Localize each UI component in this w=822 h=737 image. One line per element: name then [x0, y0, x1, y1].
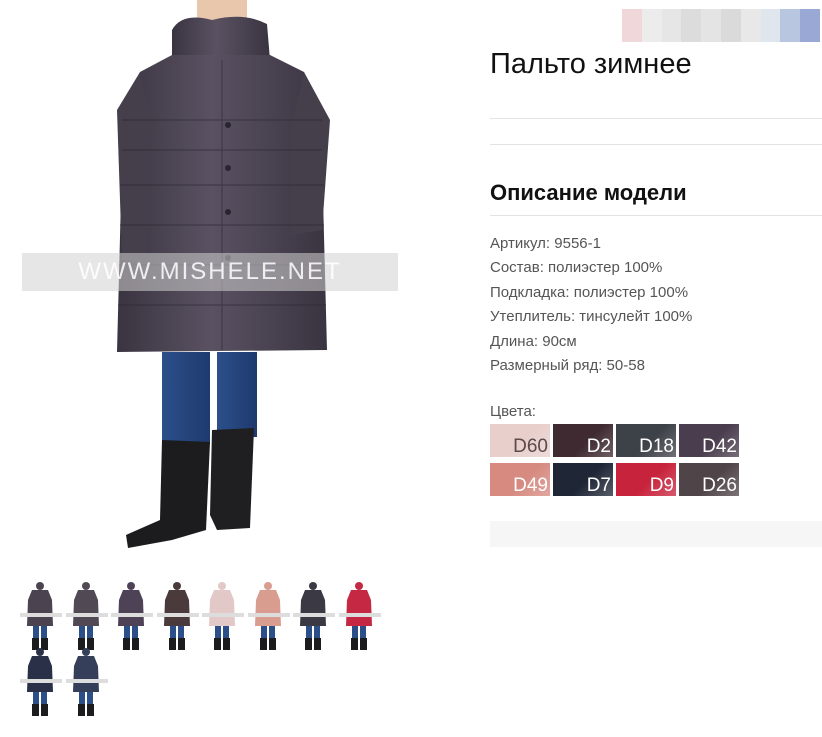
logo-block — [720, 9, 741, 42]
color-code: D9 — [649, 475, 674, 496]
color-swatch-d60[interactable]: D60 — [490, 424, 550, 457]
logo-block — [641, 9, 662, 42]
thumbnail-watermark — [338, 613, 381, 617]
color-swatch-d9[interactable]: D9 — [616, 463, 676, 496]
divider — [490, 118, 822, 119]
product-thumbnail[interactable] — [293, 580, 335, 652]
product-title: Пальто зимнее — [490, 48, 692, 80]
product-thumbnail[interactable] — [202, 580, 244, 652]
watermark-band: WWW.MISHELE.NET — [22, 253, 398, 291]
logo-block — [622, 9, 642, 42]
thumbnail-watermark — [20, 679, 62, 683]
color-swatch-d42[interactable]: D42 — [679, 424, 739, 457]
divider — [490, 144, 822, 145]
product-thumbnail[interactable] — [20, 646, 62, 718]
thumbnail-watermark — [20, 613, 62, 617]
product-thumbnail[interactable] — [247, 580, 290, 652]
thumbnail-watermark — [247, 613, 290, 617]
colors-label: Цвета: — [490, 403, 536, 420]
spec-size-range: Размерный ряд: 50-58 — [490, 357, 645, 375]
color-code: D2 — [586, 436, 611, 457]
description-heading: Описание модели — [490, 180, 687, 205]
logo-block — [780, 9, 801, 42]
thumbnail-watermark — [65, 613, 108, 617]
color-swatch-d49[interactable]: D49 — [490, 463, 550, 496]
spec-article: Артикул: 9556-1 — [490, 235, 601, 252]
spec-lining: Подкладка: полиэстер 100% — [490, 283, 689, 301]
watermark-text: WWW.MISHELE.NET — [78, 258, 342, 285]
color-code: D60 — [513, 436, 548, 457]
divider — [490, 215, 822, 216]
thumbnail-watermark — [293, 613, 335, 617]
color-swatch-d7[interactable]: D7 — [553, 463, 613, 496]
logo-block — [661, 9, 682, 42]
product-thumbnail[interactable] — [65, 580, 108, 652]
thumbnail-watermark — [156, 613, 199, 617]
product-specs: Артикул: 9556-1 Состав: полиэстер 100% П… — [490, 232, 692, 378]
color-swatch-d2[interactable]: D2 — [553, 424, 613, 457]
color-code: D42 — [702, 436, 737, 457]
color-swatch-d26[interactable]: D26 — [679, 463, 739, 496]
product-thumbnail[interactable] — [338, 580, 381, 652]
logo-block — [800, 9, 820, 42]
color-code: D49 — [513, 475, 548, 496]
product-thumbnail[interactable] — [65, 646, 108, 718]
product-thumbnail[interactable] — [111, 580, 153, 652]
color-code: D26 — [702, 475, 737, 496]
product-thumbnail[interactable] — [20, 580, 62, 652]
product-thumbnail[interactable] — [156, 580, 199, 652]
brand-logo[interactable] — [622, 9, 820, 42]
bottom-bar — [490, 521, 822, 547]
color-code: D7 — [586, 475, 611, 496]
logo-block — [760, 9, 781, 42]
color-swatch-d18[interactable]: D18 — [616, 424, 676, 457]
thumbnail-watermark — [111, 613, 153, 617]
spec-insulation: Утеплитель: тинсулейт 100% — [490, 308, 693, 326]
spec-length: Длина: 90см — [490, 332, 577, 350]
logo-block — [681, 9, 702, 42]
logo-block — [740, 9, 761, 42]
main-product-image[interactable]: WWW.MISHELE.NET — [22, 0, 400, 568]
logo-block — [701, 9, 721, 42]
thumbnail-watermark — [202, 613, 244, 617]
color-code: D18 — [639, 436, 674, 457]
thumbnail-watermark — [65, 679, 108, 683]
spec-composition: Состав: полиэстер 100% — [490, 259, 663, 277]
